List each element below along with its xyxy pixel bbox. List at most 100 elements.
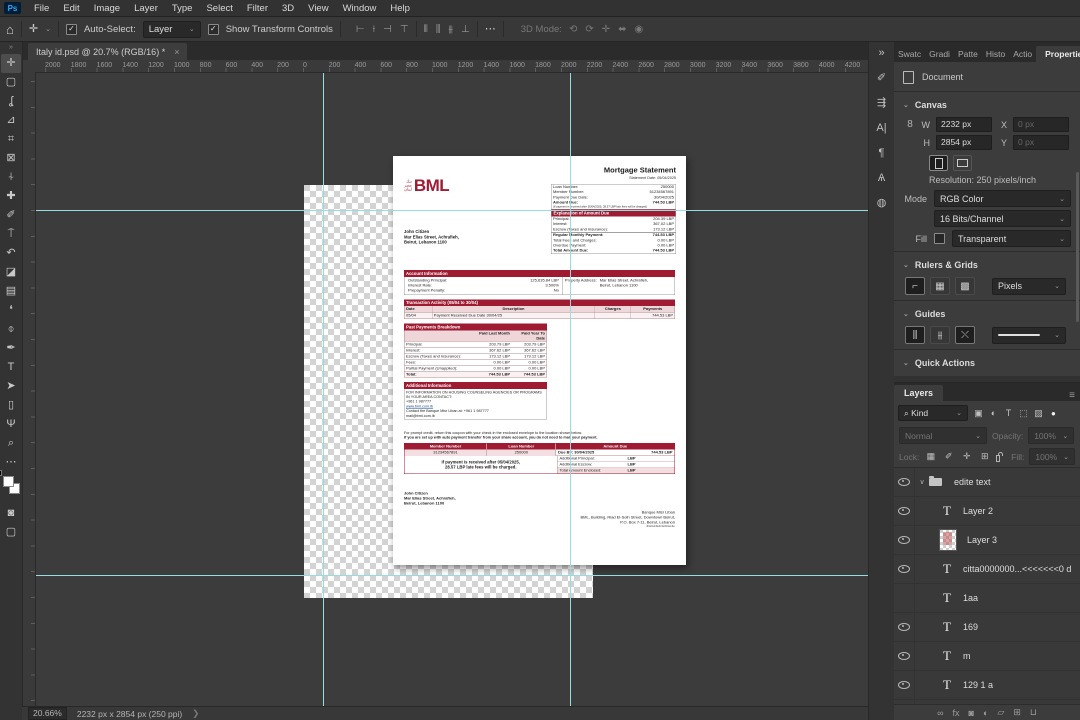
vertical-ruler[interactable]	[22, 73, 36, 706]
layer-name[interactable]: Layer 2	[963, 506, 993, 516]
tool-button[interactable]: ▤	[1, 282, 21, 301]
menu-item[interactable]: File	[27, 3, 56, 14]
layer-filter-icon[interactable]: ▨	[1032, 408, 1045, 419]
menu-item[interactable]: Type	[165, 3, 200, 14]
lock-option-icon[interactable]: ▦	[924, 451, 937, 462]
layer-name[interactable]: citta0000000...<<<<<<<0 d	[963, 564, 1071, 574]
foreground-color[interactable]	[3, 476, 14, 487]
panel-tab[interactable]: Histo	[982, 46, 1009, 62]
expand-chevron-icon[interactable]: ∨	[915, 478, 929, 486]
tool-button[interactable]: ⌽	[1, 320, 21, 339]
panel-icon[interactable]: ✐	[877, 71, 886, 85]
close-icon[interactable]: ×	[174, 47, 179, 57]
3d-mode-icon[interactable]: ⟲	[569, 24, 577, 35]
ruler-corner[interactable]	[22, 60, 36, 74]
layer-name[interactable]: edite text	[954, 477, 991, 487]
status-chevron-icon[interactable]: ❯	[192, 708, 199, 719]
quick-mask-button[interactable]: ◙	[1, 504, 21, 523]
blend-mode-dropdown[interactable]: Normal ⌄	[899, 427, 987, 444]
visibility-eye-icon[interactable]	[898, 681, 910, 689]
layer-row[interactable]: ∨ T 1aa	[894, 584, 1080, 613]
panel-tab[interactable]: Gradi	[925, 46, 954, 62]
menu-item[interactable]: Window	[336, 3, 384, 14]
bit-depth-dropdown[interactable]: 16 Bits/Channel ⌄	[934, 210, 1071, 227]
distribute-icon[interactable]: ⫴	[424, 24, 428, 35]
layers-footer-icon[interactable]: ◐	[983, 708, 988, 718]
panel-icon[interactable]: ◍	[877, 196, 887, 210]
zoom-level-field[interactable]: 20.66%	[28, 707, 67, 720]
horizontal-guide[interactable]	[35, 575, 868, 576]
home-icon[interactable]: ⌂	[6, 23, 14, 36]
layer-row[interactable]: ∨ T m	[894, 642, 1080, 671]
layer-filter-icon[interactable]: ⬚	[1017, 408, 1030, 419]
layers-footer-icon[interactable]: ◙	[969, 708, 974, 718]
lock-option-icon[interactable]: ✐	[942, 451, 955, 462]
tool-button[interactable]: ▯	[1, 396, 21, 415]
menu-item[interactable]: Image	[87, 3, 127, 14]
link-dimensions-icon[interactable]: 8	[905, 119, 915, 130]
menu-item[interactable]: Layer	[127, 3, 165, 14]
menu-item[interactable]: Select	[199, 3, 239, 14]
rulers-grid-button[interactable]: ▩	[955, 277, 975, 295]
fill-checkbox[interactable]	[934, 233, 945, 244]
lock-option-icon[interactable]: ⊞	[978, 451, 991, 462]
layers-footer-icon[interactable]: ⊔	[1030, 707, 1037, 718]
layers-footer-icon[interactable]: ▱	[997, 707, 1004, 718]
tool-button[interactable]: ✚	[1, 187, 21, 206]
tool-button[interactable]: ⊠	[1, 149, 21, 168]
layer-filter-icon[interactable]: T	[1002, 408, 1015, 419]
3d-mode-icon[interactable]: ◉	[635, 24, 644, 35]
tool-button[interactable]: ⌕	[1, 434, 21, 453]
tool-button[interactable]: ⍑	[1, 225, 21, 244]
auto-select-checkbox[interactable]: ✓	[65, 23, 77, 35]
guides-button[interactable]: ⤬	[955, 326, 975, 344]
ruler-units-dropdown[interactable]: Pixels ⌄	[992, 277, 1066, 295]
3d-mode-icon[interactable]: ✛	[602, 24, 610, 35]
tool-button[interactable]: T	[1, 358, 21, 377]
align-icon[interactable]: ⊣	[383, 24, 392, 35]
panel-tab[interactable]: Actio	[1009, 46, 1036, 62]
panel-tab-properties[interactable]: Properties	[1036, 46, 1080, 62]
visibility-eye-icon[interactable]	[898, 565, 910, 573]
menu-item[interactable]: Filter	[240, 3, 275, 14]
tool-button[interactable]: ◪	[1, 263, 21, 282]
fill-field[interactable]: 100% ⌄	[1029, 448, 1075, 465]
show-transform-checkbox[interactable]: ✓	[207, 23, 219, 35]
canvas-height-field[interactable]: 2854 px	[936, 135, 992, 150]
menu-item[interactable]: View	[301, 3, 335, 14]
tool-button[interactable]: ⊿	[1, 111, 21, 130]
panel-icon[interactable]: Ѧ	[878, 171, 885, 185]
orientation-portrait-button[interactable]	[929, 155, 948, 171]
layer-row[interactable]: ∨ T citta0000000...<<<<<<<0 d	[894, 555, 1080, 584]
visibility-eye-icon[interactable]	[898, 507, 910, 515]
distribute-icon[interactable]: ⊥	[461, 24, 470, 35]
layers-menu-icon[interactable]: ≡	[1064, 390, 1080, 401]
layer-name[interactable]: 169	[963, 622, 978, 632]
screen-mode-button[interactable]: ▢	[1, 523, 21, 542]
panel-icon[interactable]: »	[878, 46, 884, 60]
canvas-y-field[interactable]: 0 px	[1013, 135, 1069, 150]
align-icon[interactable]: ⊢	[356, 24, 365, 35]
layer-name[interactable]: 1aa	[963, 593, 978, 603]
panel-tab[interactable]: Swatc	[894, 46, 925, 62]
visibility-eye-icon[interactable]	[898, 478, 910, 486]
fill-dropdown[interactable]: Transparent ⌄	[952, 230, 1071, 247]
tool-button[interactable]: ⋯	[1, 453, 21, 472]
horizontal-ruler[interactable]: 2000 1800 1600 1400 1200 1000 800 600 400 200 0 200…	[35, 60, 868, 73]
layer-name[interactable]: Layer 3	[967, 535, 997, 545]
document-page[interactable]: Mortgage Statement Statement Date: 05/04…	[393, 156, 686, 565]
canvas-width-field[interactable]: 2232 px	[936, 117, 992, 132]
panel-icon[interactable]: ¶	[879, 146, 885, 160]
tool-button[interactable]: Ψ	[1, 415, 21, 434]
tool-button[interactable]: ❛	[1, 301, 21, 320]
chevron-down-icon[interactable]: ⌄	[45, 25, 51, 33]
layer-filter-icon[interactable]: ▣	[972, 408, 985, 419]
document-tab[interactable]: Italy id.psd @ 20.7% (RGB/16) * ×	[28, 43, 188, 60]
tool-button[interactable]: ✒	[1, 339, 21, 358]
layer-row[interactable]: ∨ T Layer 2	[894, 497, 1080, 526]
layer-row[interactable]: ∨ T Layer 3	[894, 526, 1080, 555]
menu-item[interactable]: 3D	[275, 3, 301, 14]
rulers-grid-button[interactable]: ⌐	[905, 277, 925, 295]
3d-mode-icon[interactable]: ⬌	[618, 24, 626, 35]
filter-toggle-icon[interactable]: ●	[1051, 409, 1056, 418]
